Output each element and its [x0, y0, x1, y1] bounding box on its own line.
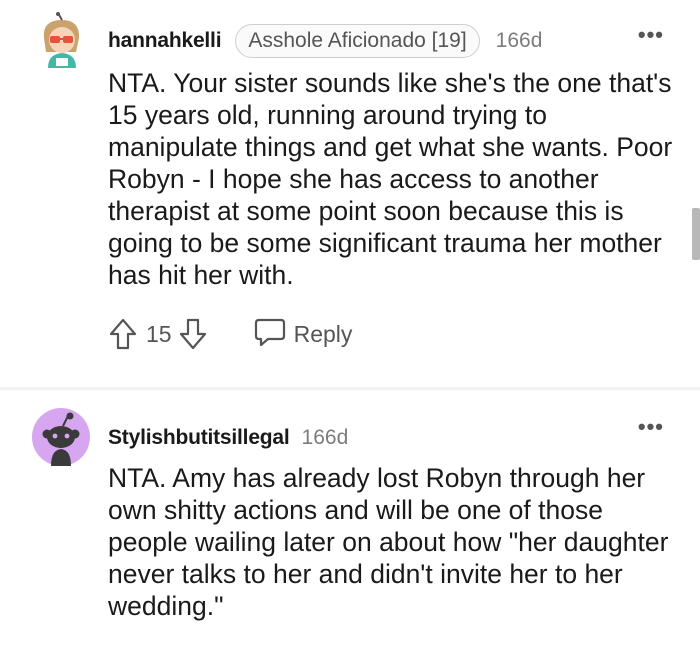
comment-header: Stylishbutitsillegal 166d	[108, 420, 348, 456]
timestamp: 166d	[301, 426, 349, 449]
reply-icon	[254, 317, 286, 352]
reply-label: Reply	[293, 320, 353, 347]
vote-score: 15	[146, 320, 172, 347]
upvote-icon[interactable]	[108, 317, 138, 351]
username[interactable]: hannahkelli	[108, 29, 222, 53]
more-options-icon[interactable]: •••	[638, 414, 664, 440]
comment-actions: 15 Reply	[108, 316, 352, 352]
scrollbar[interactable]	[692, 208, 700, 260]
comment-header: hannahkelli Asshole Aficionado [19] 166d	[108, 22, 542, 60]
comment-body: NTA. Your sister sounds like she's the o…	[108, 68, 673, 290]
comment: hannahkelli Asshole Aficionado [19] 166d…	[0, 0, 700, 388]
reply-button[interactable]: Reply	[254, 317, 353, 352]
comment: Stylishbutitsillegal 166d ••• NTA. Amy h…	[0, 390, 700, 648]
comment-body: NTA. Amy has already lost Robyn through …	[108, 463, 669, 621]
snoo-avatar-icon[interactable]	[32, 408, 90, 466]
more-options-icon[interactable]: •••	[638, 22, 664, 48]
username[interactable]: Stylishbutitsillegal	[108, 426, 290, 450]
timestamp: 166d	[495, 29, 543, 52]
user-flair: Asshole Aficionado [19]	[235, 24, 480, 58]
user-avatar-icon[interactable]	[32, 12, 90, 70]
downvote-icon[interactable]	[178, 317, 208, 351]
